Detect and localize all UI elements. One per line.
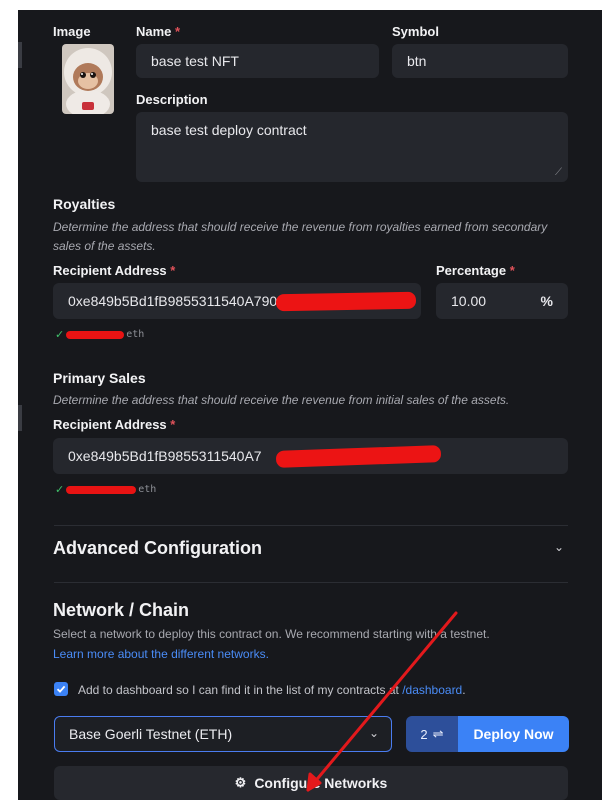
deploy-contract-panel: Image Name * base test NFT Symbol btn De… <box>18 10 602 800</box>
red-arrow-annotation <box>306 611 458 792</box>
scrollbar-fragment <box>18 405 22 431</box>
scrollbar-fragment <box>18 42 22 68</box>
page-margin <box>0 0 18 805</box>
